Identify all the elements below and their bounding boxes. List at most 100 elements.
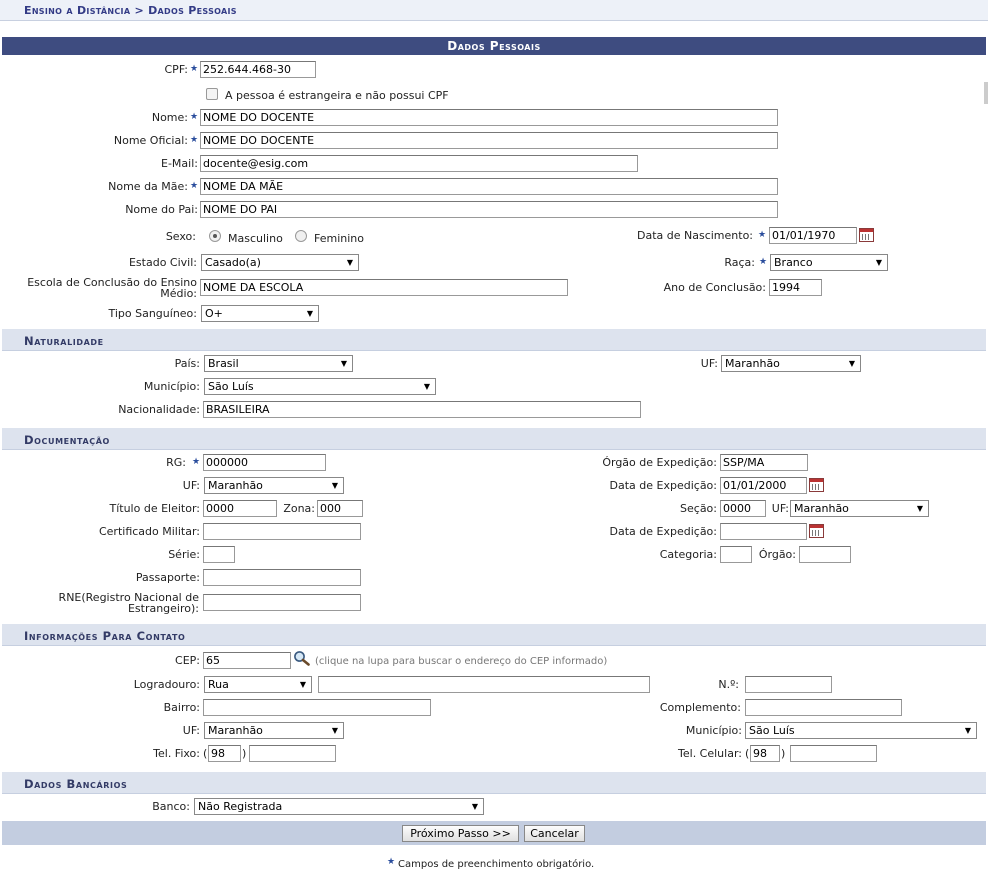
feminino-radio[interactable] — [295, 230, 307, 242]
fixo-field[interactable] — [249, 745, 336, 762]
calendar-icon[interactable] — [859, 228, 874, 242]
contato-municipio-select[interactable]: São Luís ▼ — [745, 722, 977, 739]
required-icon: ★ — [190, 64, 199, 74]
ano-field[interactable]: 1994 — [769, 279, 822, 296]
cert-field[interactable] — [203, 523, 361, 540]
mae-label: Nome da Mãe: — [108, 180, 188, 193]
escola-field[interactable]: NOME DA ESCOLA — [200, 279, 568, 296]
doc-uf-label: UF: — [182, 479, 200, 492]
pais-label: País: — [174, 357, 200, 370]
data-exp-field[interactable]: 01/01/2000 — [720, 477, 807, 494]
zona-field[interactable]: 000 — [317, 500, 363, 517]
serie-label: Série: — [168, 548, 200, 561]
sexo-label: Sexo: — [165, 230, 196, 243]
section-title: Dados Bancários — [24, 777, 128, 791]
municipio-select[interactable]: São Luís ▼ — [204, 378, 436, 395]
orgao-field[interactable]: SSP/MA — [720, 454, 808, 471]
celular-paren-close: ) — [781, 747, 786, 760]
contato-uf-select[interactable]: Maranhão ▼ — [204, 722, 344, 739]
section-naturalidade: Naturalidade — [2, 329, 986, 351]
bairro-field[interactable] — [203, 699, 431, 716]
dropdown-arrow-icon: ▼ — [471, 802, 478, 811]
sangue-select[interactable]: O+ ▼ — [201, 305, 319, 322]
dropdown-arrow-icon: ▼ — [340, 359, 347, 368]
uf-select[interactable]: Maranhão ▼ — [721, 355, 861, 372]
nome-field[interactable]: NOME DO DOCENTE — [200, 109, 778, 126]
estado-civil-select[interactable]: Casado(a) ▼ — [201, 254, 359, 271]
complemento-field[interactable] — [745, 699, 902, 716]
banco-select[interactable]: Não Registrada ▼ — [194, 798, 484, 815]
nacionalidade-field[interactable]: BRASILEIRA — [203, 401, 641, 418]
dropdown-arrow-icon: ▼ — [916, 504, 923, 513]
doc-uf-select[interactable]: Maranhão ▼ — [204, 477, 344, 494]
section-title: Informações Para Contato — [24, 629, 186, 643]
cpf-field[interactable]: 252.644.468-30 — [200, 61, 316, 78]
contato-uf-value: Maranhão — [208, 724, 263, 737]
foreign-checkbox[interactable] — [206, 88, 218, 100]
rg-label: RG: — [166, 456, 186, 469]
fixo-ddd-field[interactable]: 98 — [208, 745, 241, 762]
banco-value: Não Registrada — [198, 800, 283, 813]
data-exp2-field[interactable] — [720, 523, 807, 540]
dropdown-arrow-icon: ▼ — [306, 309, 313, 318]
logradouro-tipo-value: Rua — [208, 678, 229, 691]
celular-ddd-field[interactable]: 98 — [750, 745, 780, 762]
cert-label: Certificado Militar: — [98, 525, 200, 538]
data-exp2-label: Data de Expedição: — [609, 525, 717, 538]
breadcrumb: Ensino a Distância > Dados Pessoais — [0, 0, 988, 21]
calendar-icon[interactable] — [809, 478, 824, 492]
data-exp-label: Data de Expedição: — [609, 479, 717, 492]
logradouro-field[interactable] — [318, 676, 650, 693]
bairro-label: Bairro: — [163, 701, 200, 714]
secao-label: Seção: — [680, 502, 717, 515]
rne-field[interactable] — [203, 594, 361, 611]
mae-field[interactable]: NOME DA MÃE — [200, 178, 778, 195]
required-icon: ★ — [758, 230, 767, 240]
fixo-paren-close: ) — [242, 747, 247, 760]
doc-uf2-label: UF: — [771, 502, 789, 515]
nome-oficial-label: Nome Oficial: — [113, 134, 188, 147]
titulo-field[interactable]: 0000 — [203, 500, 277, 517]
required-icon: ★ — [190, 112, 199, 122]
categoria-field[interactable] — [720, 546, 752, 563]
passaporte-label: Passaporte: — [135, 571, 200, 584]
nascimento-field[interactable]: 01/01/1970 — [769, 227, 857, 244]
section-title: Naturalidade — [24, 334, 104, 348]
section-contato: Informações Para Contato — [2, 624, 986, 646]
section-title: Documentação — [24, 433, 110, 447]
calendar-icon[interactable] — [809, 524, 824, 538]
orgao2-label: Órgão: — [758, 548, 796, 561]
masculino-radio[interactable] — [209, 230, 221, 242]
cpf-label: CPF: — [164, 63, 189, 76]
search-icon[interactable] — [293, 650, 311, 666]
municipio-label: Município: — [143, 380, 200, 393]
orgao2-field[interactable] — [799, 546, 851, 563]
cancel-button[interactable]: Cancelar — [524, 825, 585, 842]
contato-municipio-label: Município: — [685, 724, 742, 737]
pais-select[interactable]: Brasil ▼ — [204, 355, 353, 372]
numero-field[interactable] — [745, 676, 832, 693]
doc-uf2-select[interactable]: Maranhão ▼ — [790, 500, 929, 517]
passaporte-field[interactable] — [203, 569, 361, 586]
nome-oficial-field[interactable]: NOME DO DOCENTE — [200, 132, 778, 149]
orgao-label: Órgão de Expedição: — [602, 456, 717, 469]
secao-field[interactable]: 0000 — [720, 500, 766, 517]
section-documentacao: Documentação — [2, 428, 986, 450]
raca-select[interactable]: Branco ▼ — [770, 254, 888, 271]
scrollbar[interactable] — [984, 82, 988, 104]
celular-field[interactable] — [790, 745, 877, 762]
logradouro-tipo-select[interactable]: Rua ▼ — [204, 676, 312, 693]
nome-label: Nome: — [151, 111, 188, 124]
pai-field[interactable]: NOME DO PAI — [200, 201, 778, 218]
required-icon: ★ — [192, 457, 201, 467]
email-field[interactable]: docente@esig.com — [200, 155, 638, 172]
section-bancarios: Dados Bancários — [2, 772, 986, 794]
pais-value: Brasil — [208, 357, 239, 370]
cep-field[interactable]: 65 — [203, 652, 291, 669]
cep-hint: (clique na lupa para buscar o endereço d… — [315, 656, 608, 667]
celular-paren-open: ( — [745, 747, 750, 760]
serie-field[interactable] — [203, 546, 235, 563]
next-step-button[interactable]: Próximo Passo >> — [402, 825, 519, 842]
rg-field[interactable]: 000000 — [203, 454, 326, 471]
page-title: Dados Pessoais — [2, 37, 986, 55]
